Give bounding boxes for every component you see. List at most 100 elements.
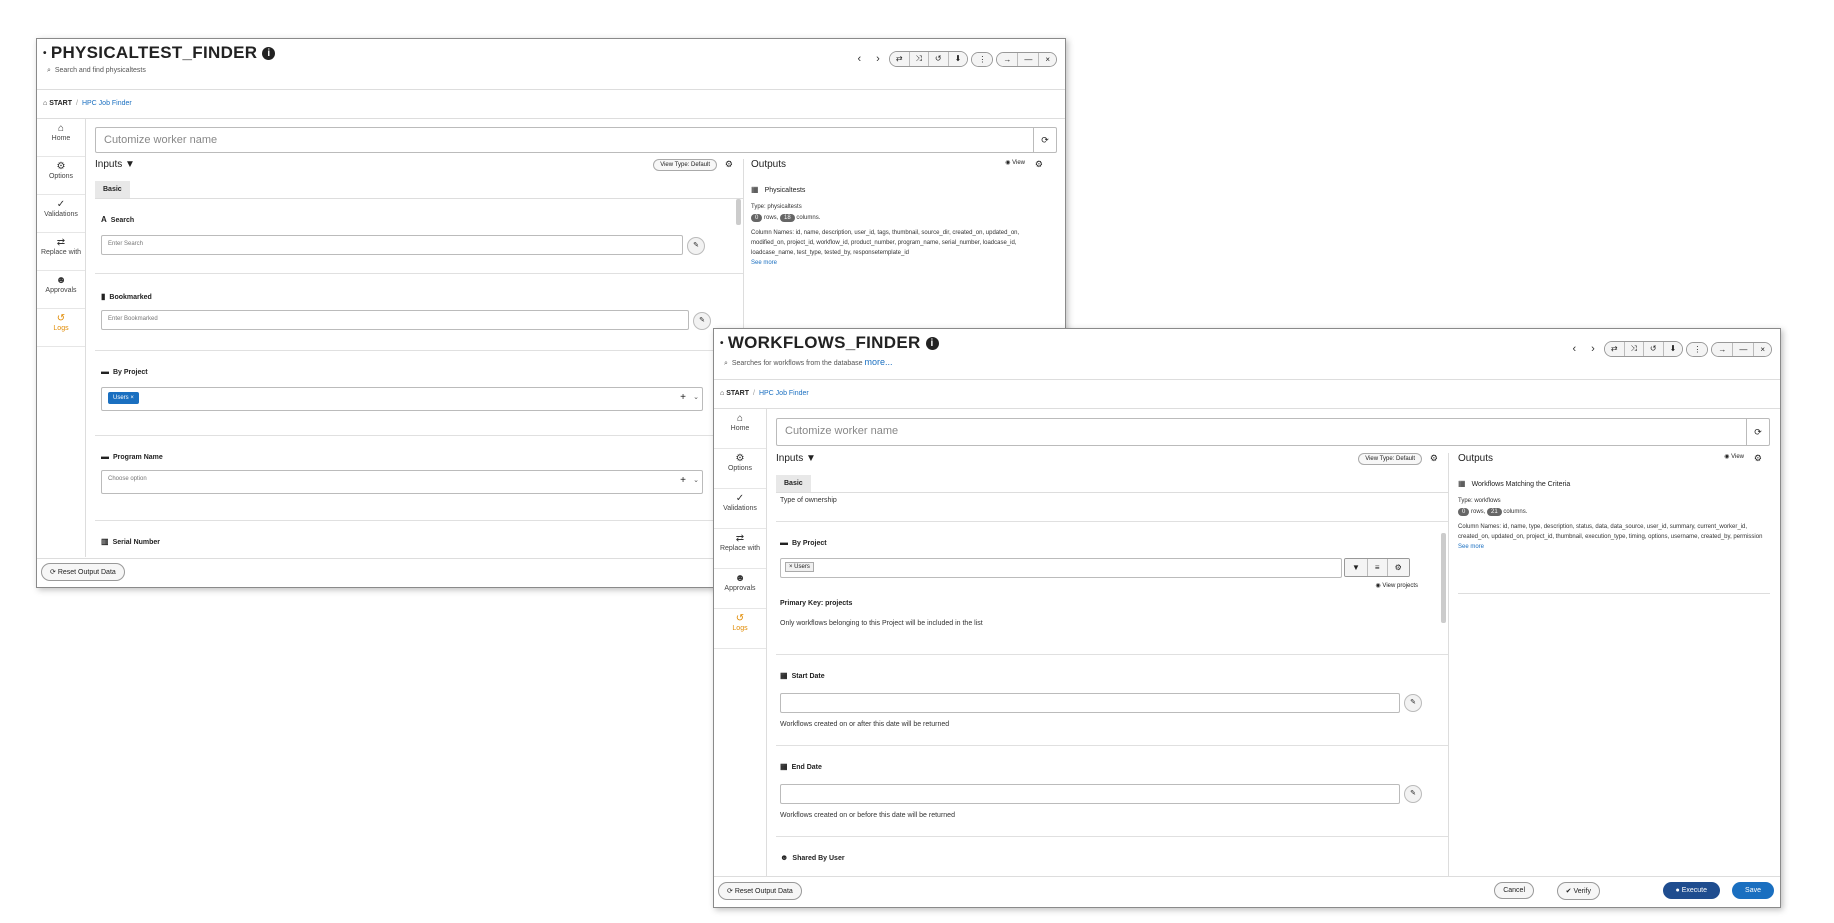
home-crumb[interactable]: ⌂ START bbox=[720, 390, 749, 397]
sidebar-item-approvals[interactable]: ☻ Approvals bbox=[37, 271, 85, 309]
sidebar: ⌂ Home ⚙ Options ✓ Validations ⇄ Replace wit… bbox=[37, 119, 86, 557]
list-icon[interactable]: ≡ bbox=[1367, 559, 1388, 576]
bookmark-icon: ▮ bbox=[101, 292, 106, 301]
more-icon[interactable]: ⋮ bbox=[972, 52, 993, 66]
chevron-down-icon[interactable]: ⌄ bbox=[693, 393, 699, 401]
info-icon[interactable]: i bbox=[262, 47, 276, 61]
search-input[interactable]: Enter Search bbox=[101, 235, 683, 255]
by-project-input[interactable]: × Users bbox=[780, 558, 1342, 578]
sidebar-item-validations[interactable]: ✓ Validations bbox=[37, 195, 85, 233]
home-icon: ⌂ bbox=[736, 413, 744, 424]
attach-icon[interactable]: ✎ bbox=[1404, 694, 1422, 712]
sidebar-item-replace[interactable]: ⇄ Replace with bbox=[37, 233, 85, 271]
reset-output-button[interactable]: ⟳ Reset Output Data bbox=[718, 882, 802, 900]
undo-icon[interactable]: ↺ bbox=[928, 52, 949, 66]
user-icon: ☻ bbox=[734, 573, 746, 584]
sidebar-item-home[interactable]: ⌂ Home bbox=[714, 409, 766, 449]
output-counts: 0 rows, 21 columns. bbox=[1458, 508, 1770, 516]
refresh-icon[interactable]: ⟳ bbox=[1746, 419, 1769, 445]
minimize-icon[interactable]: — bbox=[1733, 342, 1755, 356]
filter-icon[interactable]: ▼ bbox=[1345, 559, 1368, 576]
prev-arrow-icon[interactable]: ‹ bbox=[851, 53, 867, 65]
gear-icon[interactable]: ⚙ bbox=[1430, 453, 1438, 464]
minimize-icon[interactable]: — bbox=[1018, 52, 1040, 66]
project-chip[interactable]: Users × bbox=[108, 392, 139, 404]
by-project-select[interactable]: Users × + ⌄ bbox=[101, 387, 703, 411]
forward-icon[interactable]: → bbox=[1712, 342, 1734, 356]
scrollbar[interactable] bbox=[1441, 533, 1446, 623]
output-name[interactable]: ▦ Physicaltests bbox=[751, 185, 1051, 194]
download-icon[interactable]: ⬇ bbox=[1663, 342, 1683, 356]
cancel-button[interactable]: Cancel bbox=[1494, 882, 1534, 899]
inputs-title[interactable]: Inputs ▼ bbox=[776, 453, 816, 464]
gear-icon[interactable]: ⚙ bbox=[725, 159, 733, 170]
reset-output-button[interactable]: ⟳ Reset Output Data bbox=[41, 563, 125, 581]
tab-basic[interactable]: Basic bbox=[95, 181, 130, 198]
attach-icon[interactable]: ✎ bbox=[687, 237, 705, 255]
start-date-field: ▦ Start Date ✎ Workflows created on or af… bbox=[776, 655, 1448, 746]
swap-icon[interactable]: ⇄ bbox=[1604, 342, 1625, 356]
sidebar-item-options[interactable]: ⚙ Options bbox=[37, 157, 85, 195]
sidebar: ⌂ Home ⚙ Options ✓ Validations ⇄ Replace wit… bbox=[714, 409, 767, 877]
execute-button[interactable]: ● Execute bbox=[1662, 882, 1720, 899]
see-more-link[interactable]: See more bbox=[751, 260, 777, 266]
attach-icon[interactable]: ✎ bbox=[1404, 785, 1422, 803]
project-actions: ▼ ≡ ⚙ bbox=[1344, 558, 1410, 577]
view-projects-link[interactable]: ◉ View projects bbox=[1376, 582, 1418, 589]
info-icon[interactable]: i bbox=[925, 337, 939, 351]
program-name-select[interactable]: Choose option + ⌄ bbox=[101, 470, 703, 494]
worker-name-input[interactable] bbox=[777, 419, 1749, 443]
see-more-link[interactable]: See more bbox=[1458, 544, 1484, 550]
view-type-button[interactable]: View Type: Default bbox=[653, 159, 717, 171]
refresh-icon[interactable]: ⟳ bbox=[1033, 128, 1056, 152]
shuffle-icon[interactable]: ⤨ bbox=[909, 52, 929, 66]
next-arrow-icon[interactable]: › bbox=[1585, 343, 1601, 355]
crumb-link[interactable]: HPC Job Finder bbox=[759, 390, 809, 397]
plus-icon[interactable]: + bbox=[680, 475, 686, 486]
header-controls: ‹ › ⇄ ⤨ ↺ ⬇ ⋮ → — × bbox=[1566, 341, 1772, 357]
gear-icon[interactable]: ⚙ bbox=[1387, 559, 1409, 576]
more-icon[interactable]: ⋮ bbox=[1687, 342, 1708, 356]
inputs-title[interactable]: Inputs ▼ bbox=[95, 159, 135, 170]
home-crumb[interactable]: ⌂ START bbox=[43, 100, 72, 107]
sidebar-item-logs[interactable]: ↺ Logs bbox=[37, 309, 85, 347]
output-name[interactable]: ▦ Workflows Matching the Criteria bbox=[1458, 479, 1770, 488]
close-icon[interactable]: × bbox=[1754, 342, 1771, 356]
tab-basic[interactable]: Basic bbox=[776, 475, 811, 492]
gear-icon[interactable]: ⚙ bbox=[1035, 159, 1043, 170]
sidebar-item-home[interactable]: ⌂ Home bbox=[37, 119, 85, 157]
sidebar-item-validations[interactable]: ✓ Validations bbox=[714, 489, 766, 529]
view-type-button[interactable]: View Type: Default bbox=[1358, 453, 1422, 465]
chevron-down-icon[interactable]: ⌄ bbox=[693, 476, 699, 484]
sidebar-item-approvals[interactable]: ☻ Approvals bbox=[714, 569, 766, 609]
undo-icon[interactable]: ↺ bbox=[1643, 342, 1664, 356]
sidebar-item-options[interactable]: ⚙ Options bbox=[714, 449, 766, 489]
verify-button[interactable]: ✔ Verify bbox=[1556, 882, 1600, 900]
attach-icon[interactable]: ✎ bbox=[693, 312, 711, 330]
project-chip[interactable]: × Users bbox=[785, 562, 814, 572]
close-icon[interactable]: × bbox=[1039, 52, 1056, 66]
window-header: • WORKFLOWS_FINDER i ⌕ Searches for workfl… bbox=[714, 329, 1780, 380]
plus-icon[interactable]: + bbox=[680, 392, 686, 403]
sidebar-item-logs[interactable]: ↺ Logs bbox=[714, 609, 766, 649]
bookmarked-input[interactable]: Enter Bookmarked bbox=[101, 310, 689, 330]
more-link[interactable]: more... bbox=[865, 357, 893, 367]
worker-name-input[interactable] bbox=[96, 128, 1036, 152]
gear-icon[interactable]: ⚙ bbox=[1754, 453, 1762, 464]
end-date-input[interactable] bbox=[780, 784, 1400, 804]
shuffle-icon[interactable]: ⤨ bbox=[1624, 342, 1644, 356]
next-arrow-icon[interactable]: › bbox=[870, 53, 886, 65]
download-icon[interactable]: ⬇ bbox=[948, 52, 968, 66]
crumb-link[interactable]: HPC Job Finder bbox=[82, 100, 132, 107]
view-button[interactable]: ◉ View bbox=[1005, 159, 1025, 166]
swap-icon[interactable]: ⇄ bbox=[889, 52, 910, 66]
forward-icon[interactable]: → bbox=[997, 52, 1019, 66]
prev-arrow-icon[interactable]: ‹ bbox=[1566, 343, 1582, 355]
end-date-field: ▦ End Date ✎ Workflows created on or befo… bbox=[776, 746, 1448, 837]
sidebar-item-replace[interactable]: ⇄ Replace with bbox=[714, 529, 766, 569]
output-type: Type: workflows bbox=[1458, 498, 1501, 504]
view-button[interactable]: ◉ View bbox=[1724, 453, 1744, 460]
start-date-input[interactable] bbox=[780, 693, 1400, 713]
scrollbar[interactable] bbox=[736, 199, 741, 225]
save-button[interactable]: Save bbox=[1732, 882, 1774, 899]
